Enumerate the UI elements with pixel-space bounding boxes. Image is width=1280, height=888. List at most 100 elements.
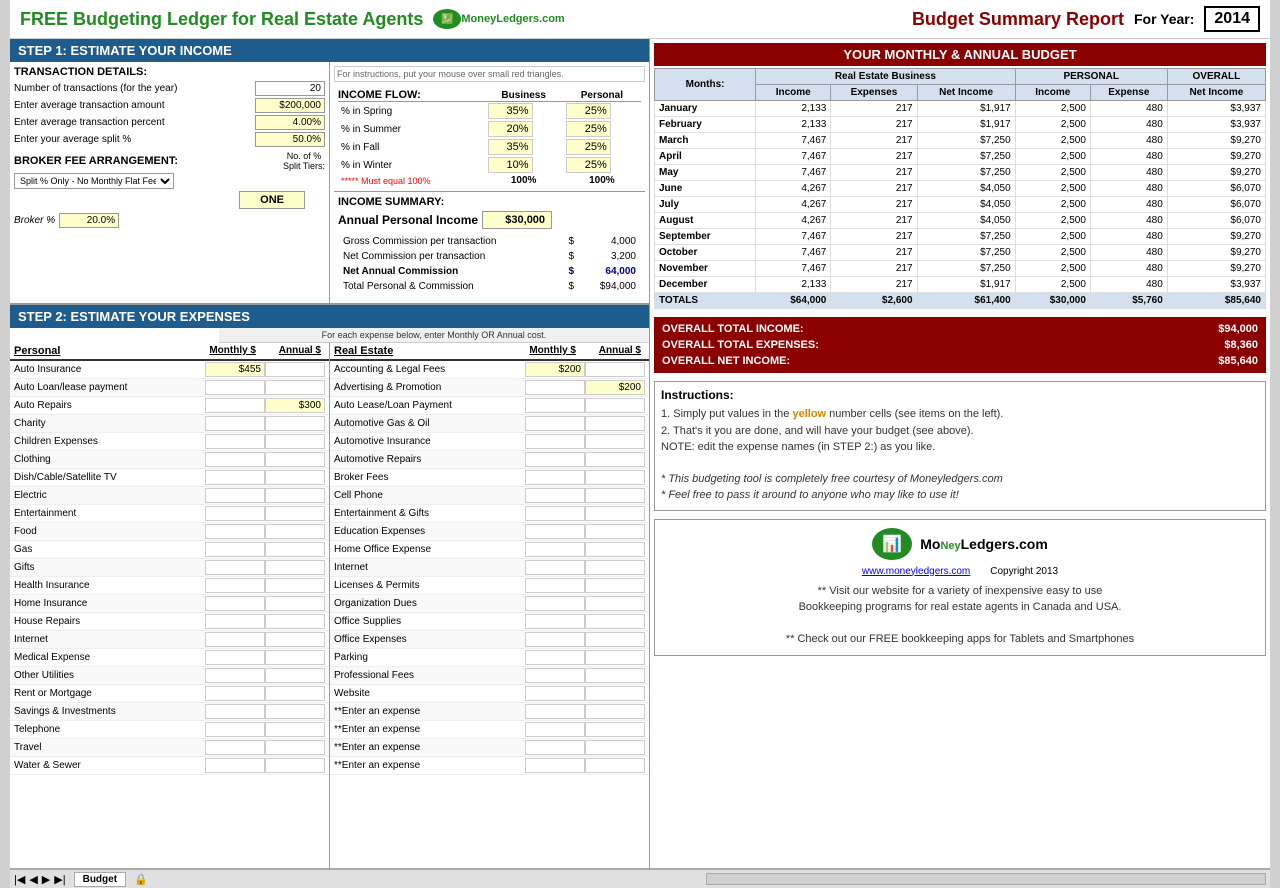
avg-split-input[interactable]	[255, 132, 325, 147]
re-expense-monthly-input[interactable]	[525, 650, 585, 665]
nav-first[interactable]: |◀	[14, 873, 25, 886]
re-expense-annual-input[interactable]	[585, 614, 645, 629]
re-expense-annual-input[interactable]	[585, 380, 645, 395]
expense-annual-input[interactable]	[265, 758, 325, 773]
expense-annual-input[interactable]	[265, 488, 325, 503]
expense-annual-input[interactable]	[265, 704, 325, 719]
expense-monthly-input[interactable]	[205, 668, 265, 683]
re-expense-monthly-input[interactable]	[525, 542, 585, 557]
expense-monthly-input[interactable]	[205, 722, 265, 737]
summer-personal[interactable]	[566, 121, 611, 137]
expense-annual-input[interactable]	[265, 398, 325, 413]
annual-income-input[interactable]	[482, 211, 552, 229]
sheet-tab-budget[interactable]: Budget	[74, 872, 126, 887]
re-expense-annual-input[interactable]	[585, 542, 645, 557]
fall-business[interactable]	[488, 139, 533, 155]
fall-personal[interactable]	[566, 139, 611, 155]
logo-url[interactable]: www.moneyledgers.com	[862, 566, 970, 577]
re-expense-annual-input[interactable]	[585, 524, 645, 539]
expense-annual-input[interactable]	[265, 416, 325, 431]
expense-monthly-input[interactable]	[205, 434, 265, 449]
expense-annual-input[interactable]	[265, 506, 325, 521]
re-expense-annual-input[interactable]	[585, 434, 645, 449]
expense-monthly-input[interactable]	[205, 470, 265, 485]
expense-annual-input[interactable]	[265, 722, 325, 737]
re-expense-annual-input[interactable]	[585, 578, 645, 593]
re-expense-monthly-input[interactable]	[525, 740, 585, 755]
nav-arrows[interactable]: |◀ ◀ ▶ ▶|	[14, 873, 66, 886]
expense-annual-input[interactable]	[265, 434, 325, 449]
re-expense-annual-input[interactable]	[585, 560, 645, 575]
re-expense-annual-input[interactable]	[585, 398, 645, 413]
expense-monthly-input[interactable]	[205, 758, 265, 773]
expense-annual-input[interactable]	[265, 452, 325, 467]
re-expense-annual-input[interactable]	[585, 362, 645, 377]
expense-monthly-input[interactable]	[205, 452, 265, 467]
re-expense-annual-input[interactable]	[585, 470, 645, 485]
nav-next[interactable]: ▶	[42, 873, 50, 886]
expense-monthly-input[interactable]	[205, 398, 265, 413]
re-expense-annual-input[interactable]	[585, 686, 645, 701]
expense-monthly-input[interactable]	[205, 596, 265, 611]
avg-pct-input[interactable]	[255, 115, 325, 130]
re-expense-monthly-input[interactable]	[525, 632, 585, 647]
winter-business[interactable]	[488, 157, 533, 173]
re-expense-annual-input[interactable]	[585, 758, 645, 773]
re-expense-annual-input[interactable]	[585, 632, 645, 647]
expense-monthly-input[interactable]	[205, 650, 265, 665]
re-expense-monthly-input[interactable]	[525, 596, 585, 611]
re-expense-monthly-input[interactable]	[525, 506, 585, 521]
re-expense-monthly-input[interactable]	[525, 398, 585, 413]
transactions-input[interactable]	[255, 81, 325, 96]
re-expense-monthly-input[interactable]	[525, 560, 585, 575]
re-expense-monthly-input[interactable]	[525, 614, 585, 629]
year-box[interactable]: 2014	[1204, 6, 1260, 32]
expense-monthly-input[interactable]	[205, 560, 265, 575]
expense-annual-input[interactable]	[265, 362, 325, 377]
expense-monthly-input[interactable]	[205, 362, 265, 377]
spring-personal[interactable]	[566, 103, 611, 119]
re-expense-monthly-input[interactable]	[525, 380, 585, 395]
re-expense-monthly-input[interactable]	[525, 578, 585, 593]
expense-annual-input[interactable]	[265, 470, 325, 485]
avg-amount-input[interactable]	[255, 98, 325, 113]
expense-monthly-input[interactable]	[205, 380, 265, 395]
re-expense-monthly-input[interactable]	[525, 362, 585, 377]
broker-select[interactable]: Split % Only - No Monthly Flat Fee Split…	[14, 173, 174, 189]
expense-monthly-input[interactable]	[205, 488, 265, 503]
spring-business[interactable]	[488, 103, 533, 119]
expense-monthly-input[interactable]	[205, 578, 265, 593]
re-expense-annual-input[interactable]	[585, 740, 645, 755]
expense-monthly-input[interactable]	[205, 686, 265, 701]
re-expense-annual-input[interactable]	[585, 596, 645, 611]
expense-annual-input[interactable]	[265, 632, 325, 647]
re-expense-monthly-input[interactable]	[525, 470, 585, 485]
re-expense-monthly-input[interactable]	[525, 686, 585, 701]
re-expense-monthly-input[interactable]	[525, 416, 585, 431]
expense-annual-input[interactable]	[265, 650, 325, 665]
summer-business[interactable]	[488, 121, 533, 137]
expense-annual-input[interactable]	[265, 542, 325, 557]
horizontal-scrollbar[interactable]	[706, 873, 1266, 885]
expense-monthly-input[interactable]	[205, 542, 265, 557]
re-expense-annual-input[interactable]	[585, 650, 645, 665]
re-expense-annual-input[interactable]	[585, 452, 645, 467]
re-expense-monthly-input[interactable]	[525, 668, 585, 683]
re-expense-annual-input[interactable]	[585, 488, 645, 503]
expense-monthly-input[interactable]	[205, 506, 265, 521]
re-expense-monthly-input[interactable]	[525, 488, 585, 503]
expense-annual-input[interactable]	[265, 596, 325, 611]
re-expense-annual-input[interactable]	[585, 668, 645, 683]
expense-monthly-input[interactable]	[205, 614, 265, 629]
broker-pct-input[interactable]	[59, 213, 119, 228]
expense-monthly-input[interactable]	[205, 632, 265, 647]
expense-monthly-input[interactable]	[205, 416, 265, 431]
expense-annual-input[interactable]	[265, 686, 325, 701]
winter-personal[interactable]	[566, 157, 611, 173]
expense-monthly-input[interactable]	[205, 524, 265, 539]
nav-last[interactable]: ▶|	[54, 873, 65, 886]
re-expense-monthly-input[interactable]	[525, 524, 585, 539]
expense-annual-input[interactable]	[265, 560, 325, 575]
expense-monthly-input[interactable]	[205, 740, 265, 755]
expense-monthly-input[interactable]	[205, 704, 265, 719]
